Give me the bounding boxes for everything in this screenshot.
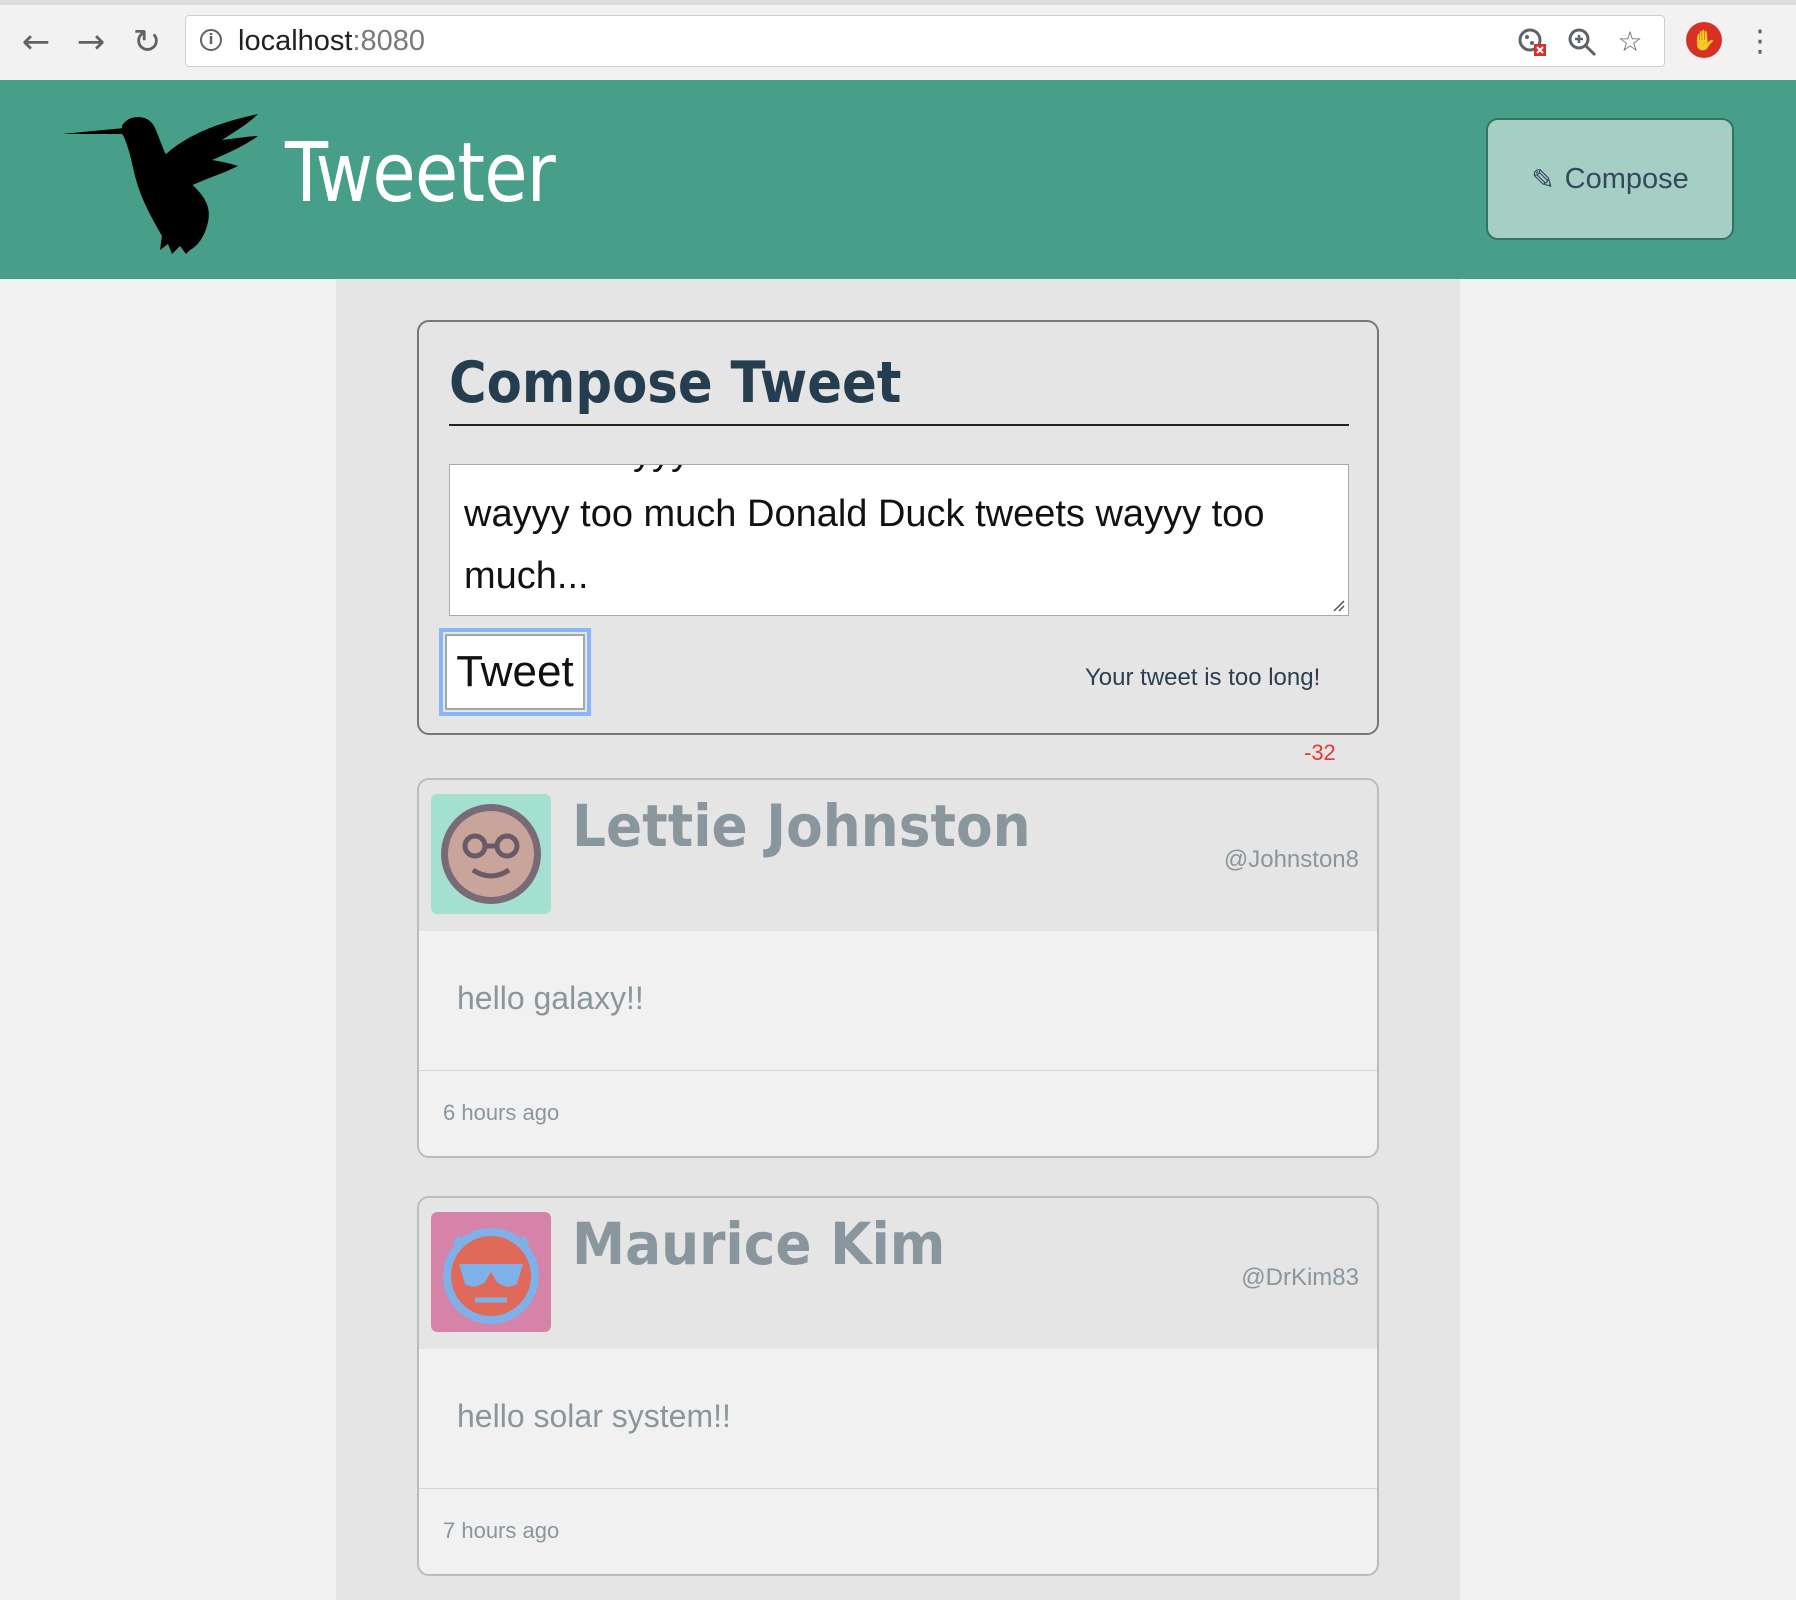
nerd-face-avatar-icon[interactable] [431, 794, 551, 914]
tweet-author-handle: @Johnston8 [1223, 846, 1359, 873]
resize-handle-icon[interactable] [1331, 598, 1345, 612]
tweet-footer-divider [419, 1488, 1377, 1489]
tweet-author-name: Lettie Johnston [572, 792, 1031, 860]
zoom-icon[interactable] [1566, 26, 1598, 58]
tab-strip [0, 0, 1796, 5]
tweet-body: hello galaxy!! [457, 980, 644, 1016]
browser-toolbar: ← → ↻ i localhost:8080 ☆ ✋ ⋮ [0, 0, 1796, 81]
forward-arrow-icon[interactable]: → [71, 22, 111, 62]
tweet-author-handle: @DrKim83 [1241, 1264, 1359, 1291]
tweet-textarea-content: tweets wayyy too much Donald Duck tweets… [464, 465, 1344, 607]
tweet-card: Lettie Johnston @Johnston8 hello galaxy!… [417, 778, 1379, 1158]
url-port: :8080 [352, 25, 426, 57]
tweet-textarea[interactable]: tweets wayyy too much Donald Duck tweets… [449, 464, 1349, 616]
compose-button-label: Compose [1564, 162, 1689, 195]
character-counter: -32 [1304, 740, 1336, 765]
edit-pencil-icon: ✎ [1531, 162, 1555, 196]
textarea-line: tweets wayyy too much Donald Duck tweets [464, 465, 1344, 483]
menu-dots-icon[interactable]: ⋮ [1745, 22, 1775, 62]
compose-button[interactable]: ✎ Compose [1486, 118, 1734, 240]
error-message: Your tweet is too long! [1085, 664, 1321, 691]
textarea-line: much... [464, 555, 589, 597]
compose-title: Compose Tweet [449, 350, 902, 416]
adblock-extension-icon[interactable]: ✋ [1686, 22, 1722, 58]
bookmark-star-icon[interactable]: ☆ [1614, 26, 1646, 58]
reload-icon[interactable]: ↻ [127, 22, 167, 62]
textarea-line: wayyy too much Donald Duck tweets wayyy … [464, 493, 1265, 535]
cookie-blocked-icon[interactable] [1516, 26, 1548, 58]
hummingbird-logo-icon [62, 114, 258, 254]
url-text[interactable]: localhost:8080 [238, 25, 425, 58]
brand-title: Tweeter [285, 126, 556, 221]
url-host: localhost [238, 25, 353, 57]
tweet-body: hello solar system!! [457, 1398, 731, 1434]
app-header: Tweeter ✎ Compose [0, 80, 1796, 279]
devil-sunglasses-avatar-icon[interactable] [431, 1212, 551, 1332]
back-arrow-icon[interactable]: ← [16, 22, 56, 62]
address-bar[interactable]: i localhost:8080 ☆ [185, 15, 1665, 67]
tweet-footer-divider [419, 1070, 1377, 1071]
tweet-timestamp: 7 hours ago [443, 1518, 560, 1543]
tweet-header: Maurice Kim @DrKim83 [419, 1198, 1377, 1349]
site-info-icon[interactable]: i [200, 29, 222, 51]
tweet-timestamp: 6 hours ago [443, 1100, 560, 1125]
tweet-submit-button[interactable]: Tweet [439, 628, 591, 716]
tweet-author-name: Maurice Kim [572, 1210, 946, 1278]
tweet-card: Maurice Kim @DrKim83 hello solar system!… [417, 1196, 1379, 1576]
tweet-header: Lettie Johnston @Johnston8 [419, 780, 1377, 931]
compose-tweet-panel: Compose Tweet tweets wayyy too much Dona… [417, 320, 1379, 735]
compose-title-divider [449, 424, 1349, 426]
